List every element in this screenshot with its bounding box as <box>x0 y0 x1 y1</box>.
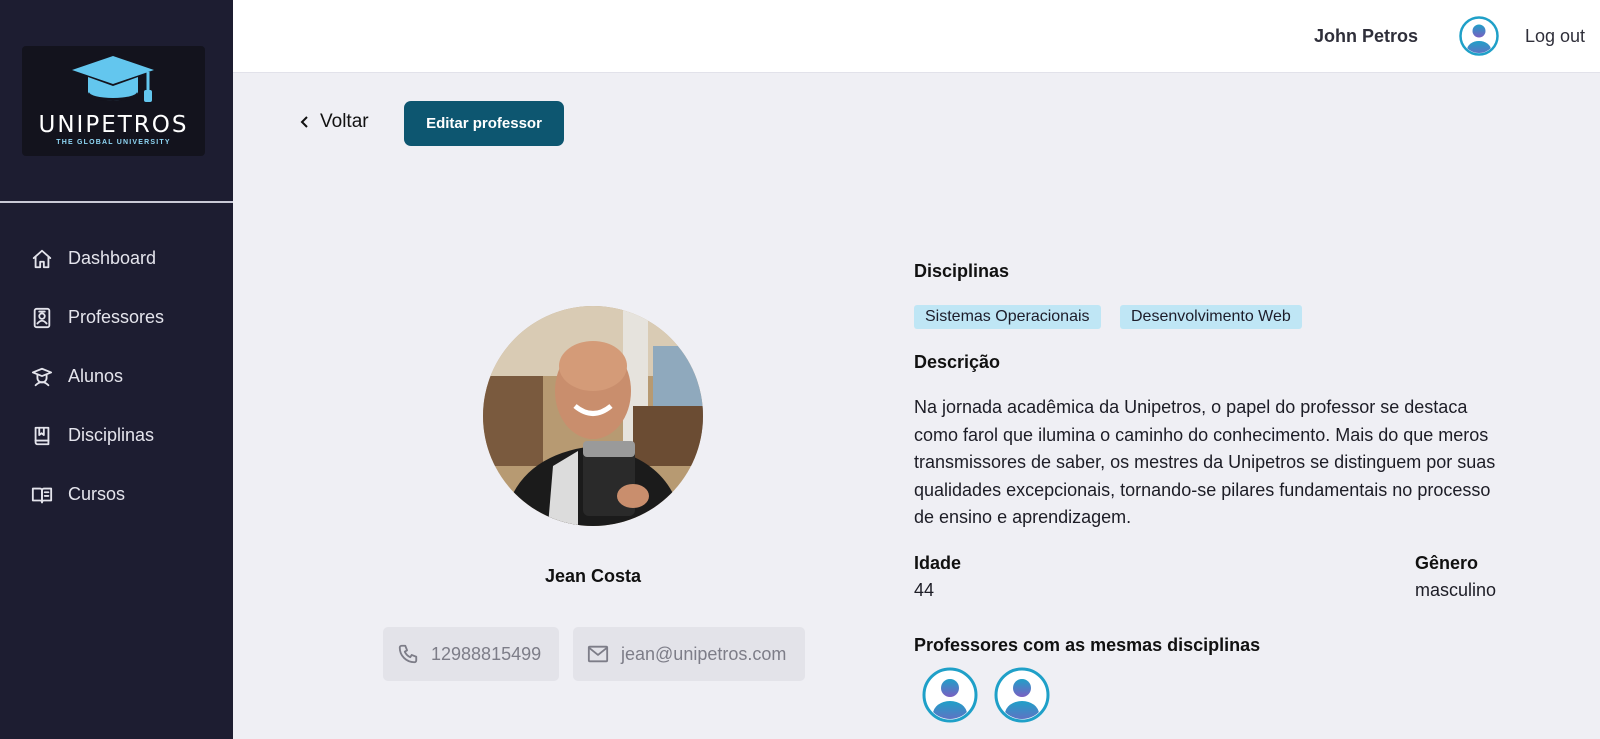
user-avatar-icon[interactable] <box>1459 16 1499 56</box>
brand-name: UNIPETROS <box>38 112 189 138</box>
related-teacher-avatar-icon[interactable] <box>994 667 1050 723</box>
phone-chip[interactable]: 12988815499 <box>383 627 559 681</box>
graduation-cap-icon <box>72 56 154 102</box>
gender-value: masculino <box>1415 580 1497 600</box>
email-address: jean@unipetros.com <box>621 643 787 664</box>
book-icon <box>31 425 53 447</box>
sidebar-item-dashboard[interactable]: Dashboard <box>0 229 233 288</box>
sidebar-item-label: Professores <box>68 307 165 327</box>
discipline-tag[interactable]: Desenvolvimento Web <box>1120 305 1302 329</box>
teacher-photo <box>483 306 703 526</box>
current-user-name[interactable]: John Petros <box>1314 26 1418 47</box>
same-disciplines-heading: Professores com as mesmas disciplinas <box>914 635 1261 655</box>
sidebar-nav: Dashboard Professores Alunos Disciplinas… <box>0 229 233 524</box>
student-icon <box>31 366 53 388</box>
edit-teacher-button[interactable]: Editar professor <box>404 101 564 146</box>
email-chip[interactable]: jean@unipetros.com <box>573 627 805 681</box>
sidebar-item-alunos[interactable]: Alunos <box>0 347 233 406</box>
mail-icon <box>587 645 609 663</box>
open-book-icon <box>31 484 53 506</box>
age-value: 44 <box>914 580 935 600</box>
sidebar-divider <box>0 201 233 203</box>
sidebar-item-professores[interactable]: Professores <box>0 288 233 347</box>
phone-number: 12988815499 <box>431 643 542 664</box>
back-link[interactable]: Voltar <box>298 111 369 133</box>
sidebar-item-disciplinas[interactable]: Disciplinas <box>0 406 233 465</box>
logout-link[interactable]: Log out <box>1525 26 1585 47</box>
sidebar-item-label: Dashboard <box>68 248 157 268</box>
teacher-name: Jean Costa <box>544 566 642 586</box>
discipline-tag[interactable]: Sistemas Operacionais <box>914 305 1101 329</box>
disciplines-heading: Disciplinas <box>914 261 1010 281</box>
related-teacher-avatar-icon[interactable] <box>922 667 978 723</box>
teacher-photo-image <box>483 306 703 526</box>
chevron-left-icon <box>300 116 308 128</box>
teacher-description: Na jornada acadêmica da Unipetros, o pap… <box>914 397 1496 527</box>
age-heading: Idade <box>914 553 962 573</box>
sidebar-item-label: Alunos <box>68 366 124 386</box>
description-heading: Descrição <box>914 352 1001 372</box>
teacher-badge-icon <box>31 307 53 329</box>
sidebar-item-label: Disciplinas <box>68 425 155 445</box>
brand-tagline: THE GLOBAL UNIVERSITY <box>56 139 171 146</box>
sidebar: UNIPETROS THE GLOBAL UNIVERSITY Dashboar… <box>0 0 233 739</box>
sidebar-item-cursos[interactable]: Cursos <box>0 465 233 524</box>
sidebar-item-label: Cursos <box>68 484 126 504</box>
back-label: Voltar <box>320 111 369 132</box>
home-icon <box>31 248 53 270</box>
phone-icon <box>398 644 418 664</box>
top-header: John Petros Log out <box>233 0 1600 73</box>
unipetros-logo[interactable]: UNIPETROS THE GLOBAL UNIVERSITY <box>22 46 205 156</box>
gender-heading: Gênero <box>1415 553 1479 573</box>
